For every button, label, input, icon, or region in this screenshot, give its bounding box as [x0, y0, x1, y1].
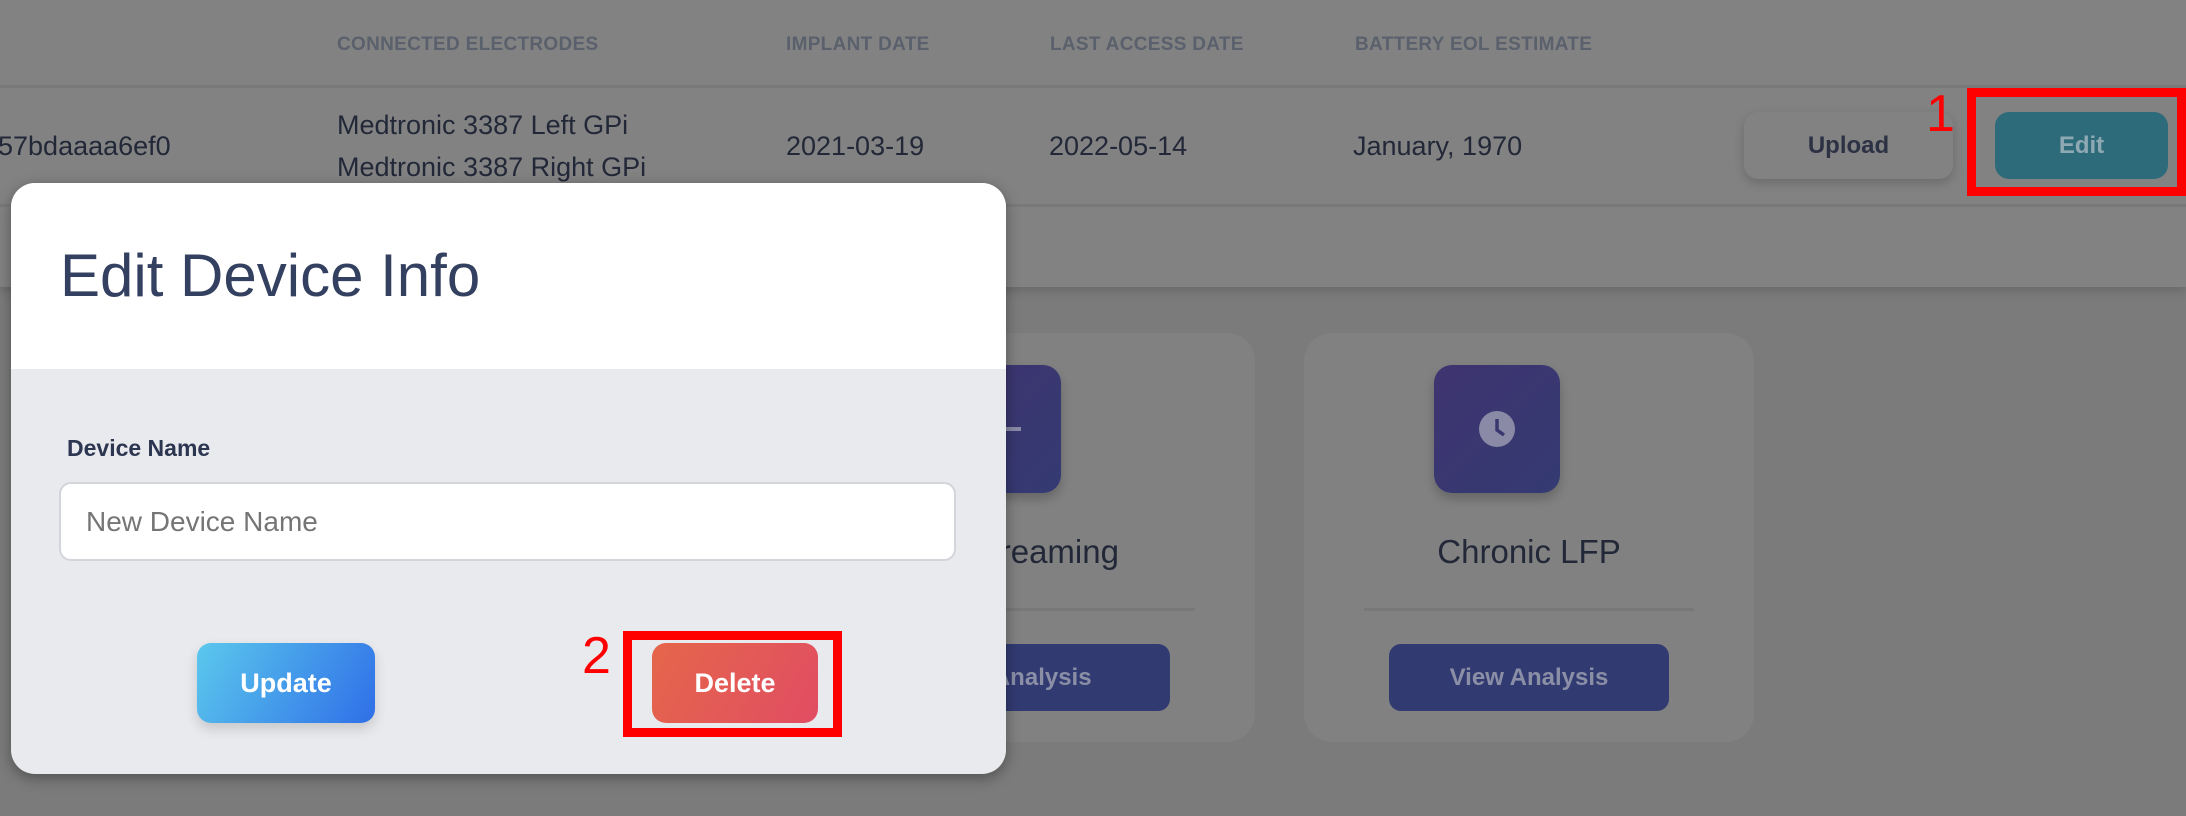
header-connected-electrodes: CONNECTED ELECTRODES: [337, 34, 599, 55]
device-id: 57bdaaaa6ef0: [0, 131, 171, 161]
battery-eol: January, 1970: [1353, 131, 1523, 161]
header-implant-date: IMPLANT DATE: [786, 34, 930, 55]
implant-date: 2021-03-19: [786, 131, 925, 161]
annotation-label-2: 2: [582, 627, 611, 685]
electrode-left: Medtronic 3387 Left GPi: [337, 110, 629, 140]
last-access-date: 2022-05-14: [1049, 131, 1188, 161]
clock-icon: [1434, 365, 1560, 493]
device-name-input[interactable]: [59, 482, 956, 561]
card-title: Chronic LFP: [1437, 533, 1621, 570]
device-name-label: Device Name: [67, 435, 211, 461]
card-chronic-lfp: Chronic LFP View Analysis: [1304, 333, 1754, 742]
annotation-box-2: [623, 631, 842, 737]
electrode-right: Medtronic 3387 Right GPi: [337, 152, 647, 182]
view-analysis-button[interactable]: View Analysis: [1389, 644, 1669, 711]
upload-button[interactable]: Upload: [1744, 112, 1953, 179]
card-divider: [1364, 608, 1694, 611]
annotation-box-1: [1967, 88, 2186, 196]
header-battery-eol: BATTERY EOL ESTIMATE: [1355, 34, 1593, 55]
header-divider: [0, 85, 2186, 88]
header-last-access-date: LAST ACCESS DATE: [1050, 34, 1244, 55]
modal-title: Edit Device Info: [60, 242, 481, 309]
annotation-label-1: 1: [1926, 85, 1955, 143]
edit-device-modal: Edit Device Info Device Name Update Dele…: [11, 183, 1006, 774]
update-button[interactable]: Update: [197, 643, 375, 723]
modal-header: Edit Device Info: [11, 183, 1006, 369]
